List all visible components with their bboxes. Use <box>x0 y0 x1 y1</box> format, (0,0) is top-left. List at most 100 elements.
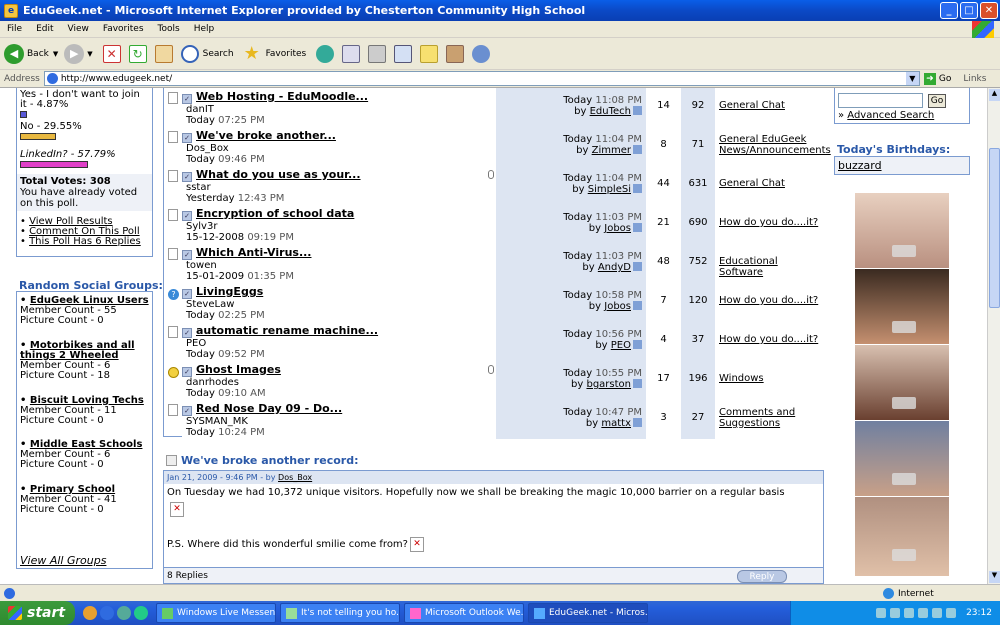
video-thumbnail-1[interactable] <box>855 193 949 268</box>
menu-file[interactable]: File <box>0 24 29 34</box>
history-icon[interactable] <box>316 44 335 63</box>
thread-title-link[interactable]: Encryption of school data <box>196 207 354 220</box>
thread-title-link[interactable]: LivingEggs <box>196 285 263 298</box>
group-link-motorbikes[interactable]: Motorbikes and all things 2 Wheeled <box>20 340 135 361</box>
minimize-button[interactable]: _ <box>940 2 958 19</box>
refresh-icon[interactable]: ↻ <box>128 44 147 63</box>
quick-search-input[interactable] <box>838 93 923 108</box>
poll-replies-link[interactable]: This Poll Has 6 Replies <box>29 236 141 247</box>
mail-icon[interactable] <box>342 44 361 63</box>
print-icon[interactable] <box>368 44 387 63</box>
tray-network-icon[interactable] <box>876 608 887 618</box>
thread-title-link[interactable]: Ghost Images <box>196 363 281 376</box>
last-poster-link[interactable]: PEO <box>611 340 631 351</box>
go-to-last-post-icon[interactable] <box>633 418 642 427</box>
tray-printer-icon[interactable] <box>946 608 957 618</box>
thread-title-link[interactable]: Red Nose Day 09 - Do... <box>196 402 342 415</box>
tray-update-icon[interactable] <box>918 608 929 618</box>
chrome-icon[interactable] <box>83 606 97 620</box>
go-to-last-post-icon[interactable] <box>633 106 642 115</box>
forward-button[interactable]: ▶ ▼ <box>64 43 93 64</box>
stop-icon[interactable]: ✕ <box>102 44 121 63</box>
start-button[interactable]: start <box>0 601 75 625</box>
thread-title-link[interactable]: automatic rename machine... <box>196 324 378 337</box>
view-all-groups-link[interactable]: View All Groups <box>20 554 106 567</box>
window-title-bar[interactable]: e EduGeek.net - Microsoft Internet Explo… <box>0 0 1000 21</box>
discuss-icon[interactable] <box>420 44 439 63</box>
forum-link[interactable]: Comments and Suggestions <box>719 400 824 429</box>
forum-link[interactable]: General Chat <box>719 88 824 111</box>
ie-icon[interactable] <box>100 606 114 620</box>
maximize-button[interactable]: □ <box>960 2 978 19</box>
group-picture-count: Picture Count - 18 <box>20 370 110 381</box>
search-go-button[interactable]: Go <box>928 94 946 108</box>
research-icon[interactable] <box>446 44 465 63</box>
tray-messenger-icon[interactable] <box>932 608 943 618</box>
scroll-down-icon[interactable]: ▼ <box>989 571 1000 583</box>
search-button[interactable]: Search <box>177 44 234 63</box>
forum-link[interactable]: Educational Software <box>719 244 824 278</box>
thread-title-link[interactable]: What do you use as your... <box>196 168 361 181</box>
task-not-telling[interactable]: It's not telling you ho... <box>280 603 400 623</box>
forum-link[interactable]: How do you do....it? <box>719 322 824 345</box>
messenger-icon[interactable] <box>134 606 148 620</box>
menu-tools[interactable]: Tools <box>151 24 187 34</box>
thread-title-link[interactable]: Web Hosting - EduMoodle... <box>196 90 368 103</box>
close-button[interactable]: ✕ <box>980 2 998 19</box>
forum-link[interactable]: General Chat <box>719 166 824 189</box>
go-to-last-post-icon[interactable] <box>633 184 642 193</box>
desktop-icon[interactable] <box>117 606 131 620</box>
scrollbar-thumb[interactable] <box>989 148 1000 308</box>
go-to-last-post-icon[interactable] <box>633 145 642 154</box>
tray-security-icon[interactable] <box>904 608 915 618</box>
last-poster-link[interactable]: AndyD <box>598 262 631 273</box>
task-outlook[interactable]: Microsoft Outlook We... <box>404 603 524 623</box>
forum-link[interactable]: How do you do....it? <box>719 283 824 306</box>
advanced-search-link[interactable]: Advanced Search <box>847 110 934 121</box>
page-scrollbar[interactable]: ▲ ▼ <box>987 88 1000 584</box>
last-poster-link[interactable]: bgarston <box>586 379 631 390</box>
home-icon[interactable] <box>154 44 173 63</box>
last-poster-link[interactable]: Zimmer <box>592 145 631 156</box>
go-to-last-post-icon[interactable] <box>633 301 642 310</box>
video-thumbnail-2[interactable] <box>855 269 949 344</box>
go-to-last-post-icon[interactable] <box>633 223 642 232</box>
tray-volume-icon[interactable] <box>890 608 901 618</box>
go-to-last-post-icon[interactable] <box>633 379 642 388</box>
go-button[interactable]: ➜ Go <box>923 72 951 85</box>
menu-help[interactable]: Help <box>187 24 222 34</box>
last-poster-link[interactable]: Jobos <box>604 301 631 312</box>
address-dropdown-icon[interactable]: ▼ <box>905 72 919 85</box>
task-windows-live[interactable]: Windows Live Messen... <box>156 603 276 623</box>
post-title: We've broke another record: <box>181 454 359 467</box>
go-to-last-post-icon[interactable] <box>633 340 642 349</box>
post-author-link[interactable]: Dos_Box <box>278 473 312 482</box>
video-thumbnail-4[interactable] <box>855 421 949 496</box>
forum-link[interactable]: Windows <box>719 361 824 384</box>
menu-view[interactable]: View <box>61 24 96 34</box>
go-to-last-post-icon[interactable] <box>633 262 642 271</box>
last-poster-link[interactable]: Jobos <box>604 223 631 234</box>
video-thumbnail-3[interactable] <box>855 345 949 420</box>
video-thumbnail-5[interactable] <box>855 497 949 576</box>
menu-edit[interactable]: Edit <box>29 24 60 34</box>
address-input[interactable]: http://www.edugeek.net/ ▼ <box>43 71 920 86</box>
thread-title-link[interactable]: We've broke another... <box>196 129 336 142</box>
reply-button[interactable]: Reply <box>737 570 787 583</box>
edit-icon[interactable] <box>394 44 413 63</box>
links-toolbar[interactable]: Links <box>963 74 986 84</box>
clock[interactable]: 23:12 <box>966 608 992 618</box>
task-edugeek[interactable]: EduGeek.net - Micros... <box>528 603 648 623</box>
last-poster-link[interactable]: mattx <box>601 418 631 429</box>
menu-favorites[interactable]: Favorites <box>96 24 151 34</box>
messenger-icon[interactable] <box>472 44 491 63</box>
last-poster-link[interactable]: SimpleSi <box>588 184 631 195</box>
forum-link[interactable]: How do you do....it? <box>719 205 824 228</box>
forum-link[interactable]: General EduGeek News/Announcements <box>719 127 831 156</box>
last-poster-link[interactable]: EduTech <box>590 106 631 117</box>
favorites-button[interactable]: ★ Favorites <box>240 44 307 63</box>
thread-title-link[interactable]: Which Anti-Virus... <box>196 246 311 259</box>
back-button[interactable]: ◀ Back ▼ <box>4 43 58 64</box>
scroll-up-icon[interactable]: ▲ <box>989 89 1000 101</box>
birthday-user-link[interactable]: buzzard <box>838 159 882 172</box>
